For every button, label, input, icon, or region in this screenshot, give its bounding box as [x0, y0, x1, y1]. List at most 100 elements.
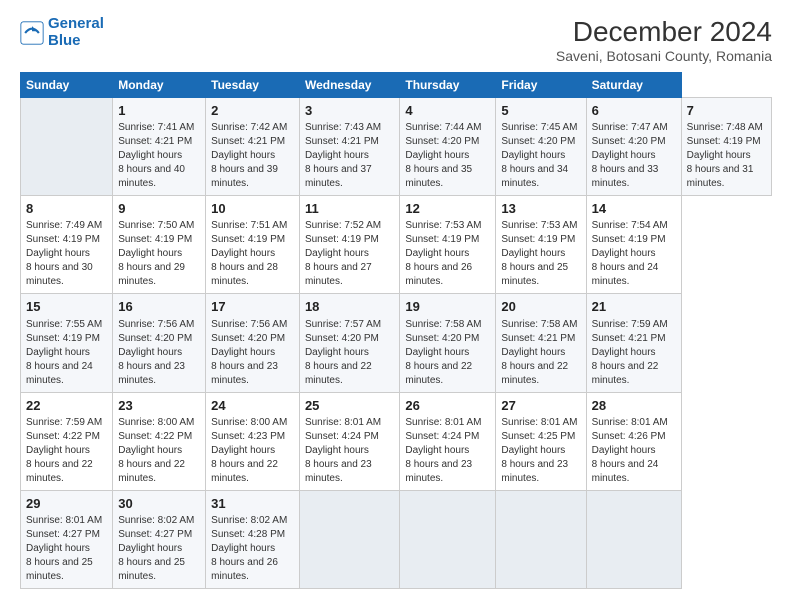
empty-cell [21, 98, 113, 196]
day-info: Sunrise: 7:57 AMSunset: 4:20 PMDaylight … [305, 319, 381, 386]
day-number: 25 [305, 397, 394, 415]
day-info: Sunrise: 7:56 AMSunset: 4:20 PMDaylight … [118, 319, 194, 386]
table-row: 11 Sunrise: 7:52 AMSunset: 4:19 PMDayligh… [299, 196, 399, 294]
day-info: Sunrise: 8:01 AMSunset: 4:24 PMDaylight … [405, 417, 481, 484]
day-number: 5 [501, 102, 580, 120]
table-row [400, 490, 496, 588]
day-info: Sunrise: 7:51 AMSunset: 4:19 PMDaylight … [211, 220, 287, 287]
day-info: Sunrise: 7:42 AMSunset: 4:21 PMDaylight … [211, 122, 287, 189]
day-number: 11 [305, 200, 394, 218]
day-info: Sunrise: 7:52 AMSunset: 4:19 PMDaylight … [305, 220, 381, 287]
col-tuesday: Tuesday [206, 73, 300, 98]
day-number: 22 [26, 397, 107, 415]
day-number: 13 [501, 200, 580, 218]
day-info: Sunrise: 7:49 AMSunset: 4:19 PMDaylight … [26, 220, 102, 287]
day-number: 29 [26, 495, 107, 513]
header-row: Sunday Monday Tuesday Wednesday Thursday… [21, 73, 772, 98]
table-row: 18 Sunrise: 7:57 AMSunset: 4:20 PMDayligh… [299, 294, 399, 392]
table-row: 6 Sunrise: 7:47 AMSunset: 4:20 PMDaylight… [586, 98, 681, 196]
day-info: Sunrise: 8:00 AMSunset: 4:23 PMDaylight … [211, 417, 287, 484]
logo-line1: General [48, 15, 104, 32]
table-row: 5 Sunrise: 7:45 AMSunset: 4:20 PMDaylight… [496, 98, 586, 196]
col-saturday: Saturday [586, 73, 681, 98]
day-info: Sunrise: 7:58 AMSunset: 4:21 PMDaylight … [501, 319, 577, 386]
day-info: Sunrise: 8:01 AMSunset: 4:25 PMDaylight … [501, 417, 577, 484]
day-number: 6 [592, 102, 676, 120]
day-info: Sunrise: 7:44 AMSunset: 4:20 PMDaylight … [405, 122, 481, 189]
day-info: Sunrise: 7:53 AMSunset: 4:19 PMDaylight … [405, 220, 481, 287]
day-number: 7 [687, 102, 766, 120]
table-row: 10 Sunrise: 7:51 AMSunset: 4:19 PMDayligh… [206, 196, 300, 294]
table-row: 30Sunrise: 8:02 AMSunset: 4:27 PMDayligh… [113, 490, 206, 588]
table-row: 3 Sunrise: 7:43 AMSunset: 4:21 PMDaylight… [299, 98, 399, 196]
table-row: 23Sunrise: 8:00 AMSunset: 4:22 PMDayligh… [113, 392, 206, 490]
col-wednesday: Wednesday [299, 73, 399, 98]
table-row: 31Sunrise: 8:02 AMSunset: 4:28 PMDayligh… [206, 490, 300, 588]
day-number: 1 [118, 102, 200, 120]
day-number: 12 [405, 200, 490, 218]
day-info: Sunrise: 8:01 AMSunset: 4:27 PMDaylight … [26, 515, 102, 582]
day-number: 20 [501, 298, 580, 316]
col-monday: Monday [113, 73, 206, 98]
day-info: Sunrise: 7:58 AMSunset: 4:20 PMDaylight … [405, 319, 481, 386]
day-number: 27 [501, 397, 580, 415]
day-number: 19 [405, 298, 490, 316]
table-row: 19 Sunrise: 7:58 AMSunset: 4:20 PMDayligh… [400, 294, 496, 392]
logo: General Blue [20, 16, 104, 49]
day-info: Sunrise: 7:50 AMSunset: 4:19 PMDaylight … [118, 220, 194, 287]
day-number: 8 [26, 200, 107, 218]
day-info: Sunrise: 7:43 AMSunset: 4:21 PMDaylight … [305, 122, 381, 189]
table-row: 2 Sunrise: 7:42 AMSunset: 4:21 PMDaylight… [206, 98, 300, 196]
table-row: 28Sunrise: 8:01 AMSunset: 4:26 PMDayligh… [586, 392, 681, 490]
table-row: 8 Sunrise: 7:49 AMSunset: 4:19 PMDaylight… [21, 196, 113, 294]
title-block: December 2024 Saveni, Botosani County, R… [556, 16, 772, 64]
table-row [299, 490, 399, 588]
day-number: 3 [305, 102, 394, 120]
day-info: Sunrise: 7:59 AMSunset: 4:21 PMDaylight … [592, 319, 668, 386]
table-row: 21 Sunrise: 7:59 AMSunset: 4:21 PMDayligh… [586, 294, 681, 392]
calendar-body: 1 Sunrise: 7:41 AMSunset: 4:21 PMDaylight… [21, 98, 772, 589]
day-number: 21 [592, 298, 676, 316]
day-number: 18 [305, 298, 394, 316]
table-row: 12 Sunrise: 7:53 AMSunset: 4:19 PMDayligh… [400, 196, 496, 294]
table-row: 14 Sunrise: 7:54 AMSunset: 4:19 PMDayligh… [586, 196, 681, 294]
day-number: 2 [211, 102, 294, 120]
table-row: 15Sunrise: 7:55 AMSunset: 4:19 PMDayligh… [21, 294, 113, 392]
table-row: 26Sunrise: 8:01 AMSunset: 4:24 PMDayligh… [400, 392, 496, 490]
calendar-week-2: 15Sunrise: 7:55 AMSunset: 4:19 PMDayligh… [21, 294, 772, 392]
logo-text: General Blue [48, 16, 104, 49]
page: General Blue December 2024 Saveni, Botos… [0, 0, 792, 612]
table-row: 1 Sunrise: 7:41 AMSunset: 4:21 PMDaylight… [113, 98, 206, 196]
day-info: Sunrise: 8:02 AMSunset: 4:28 PMDaylight … [211, 515, 287, 582]
table-row: 25Sunrise: 8:01 AMSunset: 4:24 PMDayligh… [299, 392, 399, 490]
day-info: Sunrise: 7:41 AMSunset: 4:21 PMDaylight … [118, 122, 194, 189]
table-row: 24 Sunrise: 8:00 AMSunset: 4:23 PMDayligh… [206, 392, 300, 490]
day-number: 10 [211, 200, 294, 218]
table-row: 17Sunrise: 7:56 AMSunset: 4:20 PMDayligh… [206, 294, 300, 392]
subtitle: Saveni, Botosani County, Romania [556, 48, 772, 64]
table-row: 22Sunrise: 7:59 AMSunset: 4:22 PMDayligh… [21, 392, 113, 490]
day-number: 14 [592, 200, 676, 218]
table-row: 27 Sunrise: 8:01 AMSunset: 4:25 PMDayligh… [496, 392, 586, 490]
calendar-week-0: 1 Sunrise: 7:41 AMSunset: 4:21 PMDaylight… [21, 98, 772, 196]
col-sunday: Sunday [21, 73, 113, 98]
day-number: 16 [118, 298, 200, 316]
day-number: 24 [211, 397, 294, 415]
day-number: 15 [26, 298, 107, 316]
day-info: Sunrise: 7:54 AMSunset: 4:19 PMDaylight … [592, 220, 668, 287]
day-number: 9 [118, 200, 200, 218]
logo-icon [20, 21, 44, 45]
day-info: Sunrise: 7:48 AMSunset: 4:19 PMDaylight … [687, 122, 763, 189]
day-info: Sunrise: 7:45 AMSunset: 4:20 PMDaylight … [501, 122, 577, 189]
header: General Blue December 2024 Saveni, Botos… [20, 16, 772, 64]
day-number: 4 [405, 102, 490, 120]
logo-line2: Blue [48, 32, 81, 49]
calendar-table: Sunday Monday Tuesday Wednesday Thursday… [20, 72, 772, 589]
calendar-week-4: 29 Sunrise: 8:01 AMSunset: 4:27 PMDayligh… [21, 490, 772, 588]
main-title: December 2024 [556, 16, 772, 48]
day-info: Sunrise: 7:47 AMSunset: 4:20 PMDaylight … [592, 122, 668, 189]
calendar-week-3: 22Sunrise: 7:59 AMSunset: 4:22 PMDayligh… [21, 392, 772, 490]
table-row: 7 Sunrise: 7:48 AMSunset: 4:19 PMDaylight… [681, 98, 771, 196]
calendar-header: Sunday Monday Tuesday Wednesday Thursday… [21, 73, 772, 98]
day-info: Sunrise: 8:02 AMSunset: 4:27 PMDaylight … [118, 515, 194, 582]
